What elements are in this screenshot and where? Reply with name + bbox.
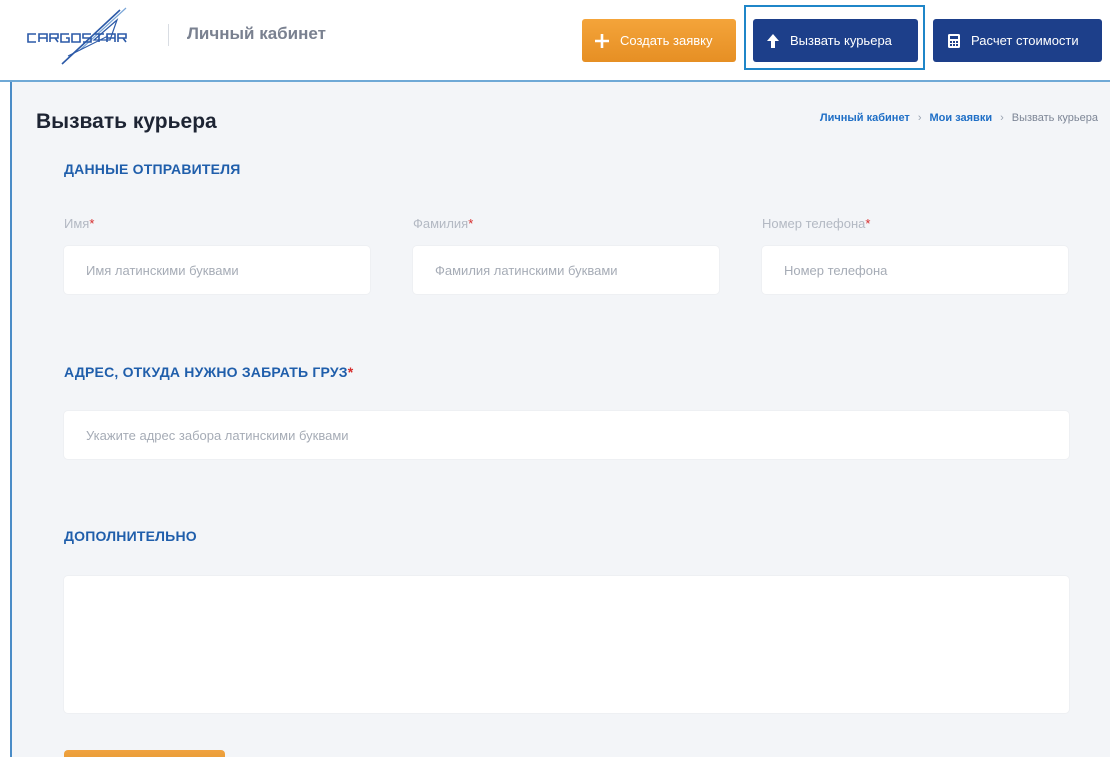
- breadcrumb-my-orders-link[interactable]: Мои заявки: [930, 112, 993, 124]
- address-section-title: АДРЕС, ОТКУДА НУЖНО ЗАБРАТЬ ГРУЗ*: [64, 364, 353, 380]
- breadcrumb-current: Вызвать курьера: [1011, 112, 1098, 124]
- plus-icon: [594, 33, 610, 49]
- top-header: Личный кабинет Создать заявку Вызвать ку…: [0, 0, 1110, 80]
- submit-button[interactable]: [64, 750, 225, 757]
- call-courier-label: Вызвать курьера: [790, 33, 892, 48]
- main-content: Вызвать курьера Личный кабинет › Мои зая…: [10, 82, 1110, 757]
- create-order-button[interactable]: Создать заявку: [582, 19, 736, 62]
- first-name-label-text: Имя: [64, 216, 90, 231]
- phone-label-text: Номер телефона: [762, 216, 866, 231]
- additional-section-title: ДОПОЛНИТЕЛЬНО: [64, 528, 197, 544]
- create-order-label: Создать заявку: [620, 33, 713, 48]
- logo-divider: [168, 24, 169, 46]
- required-mark: *: [468, 216, 474, 231]
- sender-section-title: ДАННЫЕ ОТПРАВИТЕЛЯ: [64, 161, 241, 177]
- phone-label: Номер телефона*: [762, 216, 870, 231]
- breadcrumb-cabinet-link[interactable]: Личный кабинет: [820, 112, 910, 124]
- chevron-right-icon: ›: [1000, 112, 1004, 124]
- address-section-title-text: АДРЕС, ОТКУДА НУЖНО ЗАБРАТЬ ГРУЗ: [64, 364, 348, 380]
- first-name-input[interactable]: [64, 246, 370, 294]
- calculate-cost-label: Расчет стоимости: [971, 33, 1079, 48]
- last-name-label-text: Фамилия: [413, 216, 469, 231]
- arrow-up-icon: [766, 33, 780, 49]
- last-name-input[interactable]: [413, 246, 719, 294]
- first-name-label: Имя*: [64, 216, 94, 231]
- cargostar-logo-graphic: [27, 7, 127, 65]
- cabinet-title: Личный кабинет: [187, 24, 326, 43]
- required-mark: *: [89, 216, 95, 231]
- breadcrumb: Личный кабинет › Мои заявки › Вызвать ку…: [820, 112, 1098, 124]
- call-courier-button[interactable]: Вызвать курьера: [753, 19, 918, 62]
- page-title: Вызвать курьера: [36, 110, 217, 133]
- additional-notes-textarea[interactable]: [64, 576, 1069, 713]
- pickup-address-input[interactable]: [64, 411, 1069, 459]
- phone-input[interactable]: [762, 246, 1068, 294]
- calculator-icon: [947, 33, 961, 49]
- required-mark: *: [865, 216, 871, 231]
- calculate-cost-button[interactable]: Расчет стоимости: [933, 19, 1102, 62]
- required-mark: *: [347, 364, 354, 380]
- last-name-label: Фамилия*: [413, 216, 473, 231]
- chevron-right-icon: ›: [917, 112, 922, 124]
- cargostar-logo[interactable]: [22, 6, 162, 68]
